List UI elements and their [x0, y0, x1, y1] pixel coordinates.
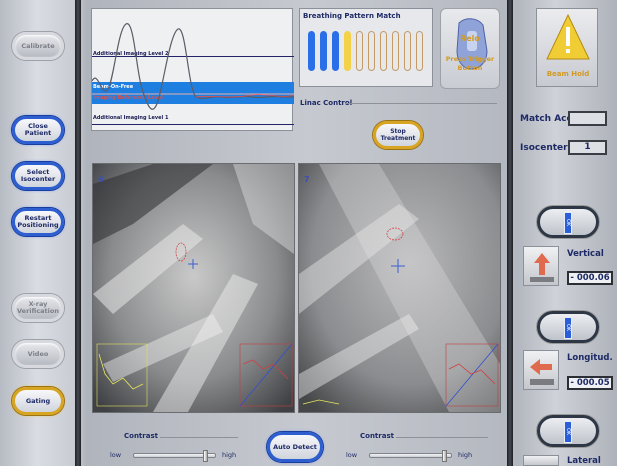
stop-treatment-button[interactable]: Stop Treatment [373, 121, 423, 149]
gating-button[interactable]: Gating [12, 387, 64, 415]
vertical-value: - 000.06 [567, 271, 613, 285]
contrast-label-left: Contrast [124, 432, 158, 440]
xray-image-left[interactable]: 6 [92, 163, 295, 413]
xray-left-number: 6 [98, 175, 104, 184]
breathing-match-title: Breathing Pattern Match [303, 12, 401, 20]
high-label-right: high [458, 451, 473, 459]
vertical-ok-label: OK [564, 212, 572, 234]
contrast-rule-left [160, 437, 238, 438]
vertical-ok-button[interactable]: OK [537, 206, 599, 238]
auto-detect-label: Auto Detect [273, 443, 317, 451]
lateral-ok-label: OK [564, 421, 572, 443]
match-bar [344, 31, 351, 71]
low-label-left: low [110, 451, 122, 459]
match-bar [368, 31, 375, 71]
press-trigger-label: Press Trigger [445, 55, 495, 63]
longitudinal-ok-button[interactable]: OK [537, 311, 599, 343]
match-bar [392, 31, 399, 71]
breathing-trace [92, 23, 294, 110]
xray-texture-right [299, 164, 500, 412]
xray-verification-label: X-ray Verification [16, 300, 59, 315]
xray-texture-left [93, 164, 294, 412]
longitudinal-arrow-glyph [530, 359, 554, 385]
relocate-trigger-button[interactable]: Relo Press Trigger Button [440, 8, 500, 89]
breathing-match-panel: Breathing Pattern Match [299, 8, 433, 87]
match-bar [380, 31, 387, 71]
match-bar [332, 31, 339, 71]
breathing-graph: Additional Imaging Level 2 Beam-On-Free … [91, 8, 294, 131]
restart-positioning-button[interactable]: Restart Positioning [12, 208, 64, 236]
match-bar [416, 31, 423, 71]
match-bar [320, 31, 327, 71]
contrast-slider-right[interactable] [369, 450, 452, 462]
stop-treatment-label: Stop Treatment [380, 128, 416, 142]
left-divider [75, 0, 81, 466]
contrast-rule-right [396, 437, 488, 438]
match-bar [356, 31, 363, 71]
contrast-slider-left-thumb[interactable] [203, 450, 208, 462]
beam-hold-label: Beam Hold [546, 70, 590, 78]
longitudinal-ok-label: OK [564, 317, 572, 339]
hand-trigger-icon [456, 18, 488, 70]
low-label-right: low [346, 451, 358, 459]
longitudinal-value: - 000.05 [567, 376, 613, 390]
lateral-ok-button[interactable]: OK [537, 415, 599, 447]
select-isocenter-button[interactable]: Select Isocenter [12, 162, 64, 190]
beam-hold-indicator[interactable]: Beam Hold [536, 8, 598, 87]
calibrate-button[interactable]: Calibrate [12, 32, 64, 60]
vertical-up-icon [530, 253, 554, 282]
longitudinal-label: Longitud. [567, 353, 613, 363]
app-window: Calibrate Close Patient Select Isocenter… [0, 0, 617, 466]
match-acc-label: Match Acc [520, 114, 572, 124]
match-bar [308, 31, 315, 71]
isocenter-label: Isocenter [520, 143, 568, 153]
match-acc-value [568, 111, 607, 126]
xray-right-number: 7 [304, 175, 310, 184]
vertical-label: Vertical [567, 249, 604, 259]
match-bar [404, 31, 411, 71]
contrast-slider-right-thumb[interactable] [442, 450, 447, 462]
contrast-label-right: Contrast [360, 432, 394, 440]
xray-verification-button[interactable]: X-ray Verification [12, 294, 64, 322]
restart-positioning-label: Restart Positioning [17, 214, 59, 229]
close-patient-button[interactable]: Close Patient [12, 116, 64, 144]
contrast-slider-left[interactable] [133, 450, 216, 462]
vertical-arrow-icon [523, 246, 559, 286]
video-label: Video [27, 349, 49, 358]
select-isocenter-label: Select Isocenter [20, 168, 56, 183]
high-label-left: high [222, 451, 237, 459]
warning-icon [546, 13, 590, 60]
right-divider [507, 0, 513, 466]
linac-rule [345, 103, 497, 104]
lateral-arrow-icon [523, 455, 559, 466]
auto-detect-button[interactable]: Auto Detect [267, 432, 323, 462]
isocenter-value: 1 [568, 140, 607, 155]
lateral-label: Lateral [567, 456, 601, 466]
gating-label: Gating [25, 396, 51, 405]
video-button[interactable]: Video [12, 340, 64, 368]
calibrate-label: Calibrate [21, 41, 55, 50]
relocate-label: Relo [460, 34, 480, 43]
button-label: Button [457, 64, 483, 72]
longitudinal-arrow-icon [523, 350, 559, 390]
close-patient-label: Close Patient [24, 122, 52, 137]
xray-image-right[interactable]: 7 [298, 163, 501, 413]
